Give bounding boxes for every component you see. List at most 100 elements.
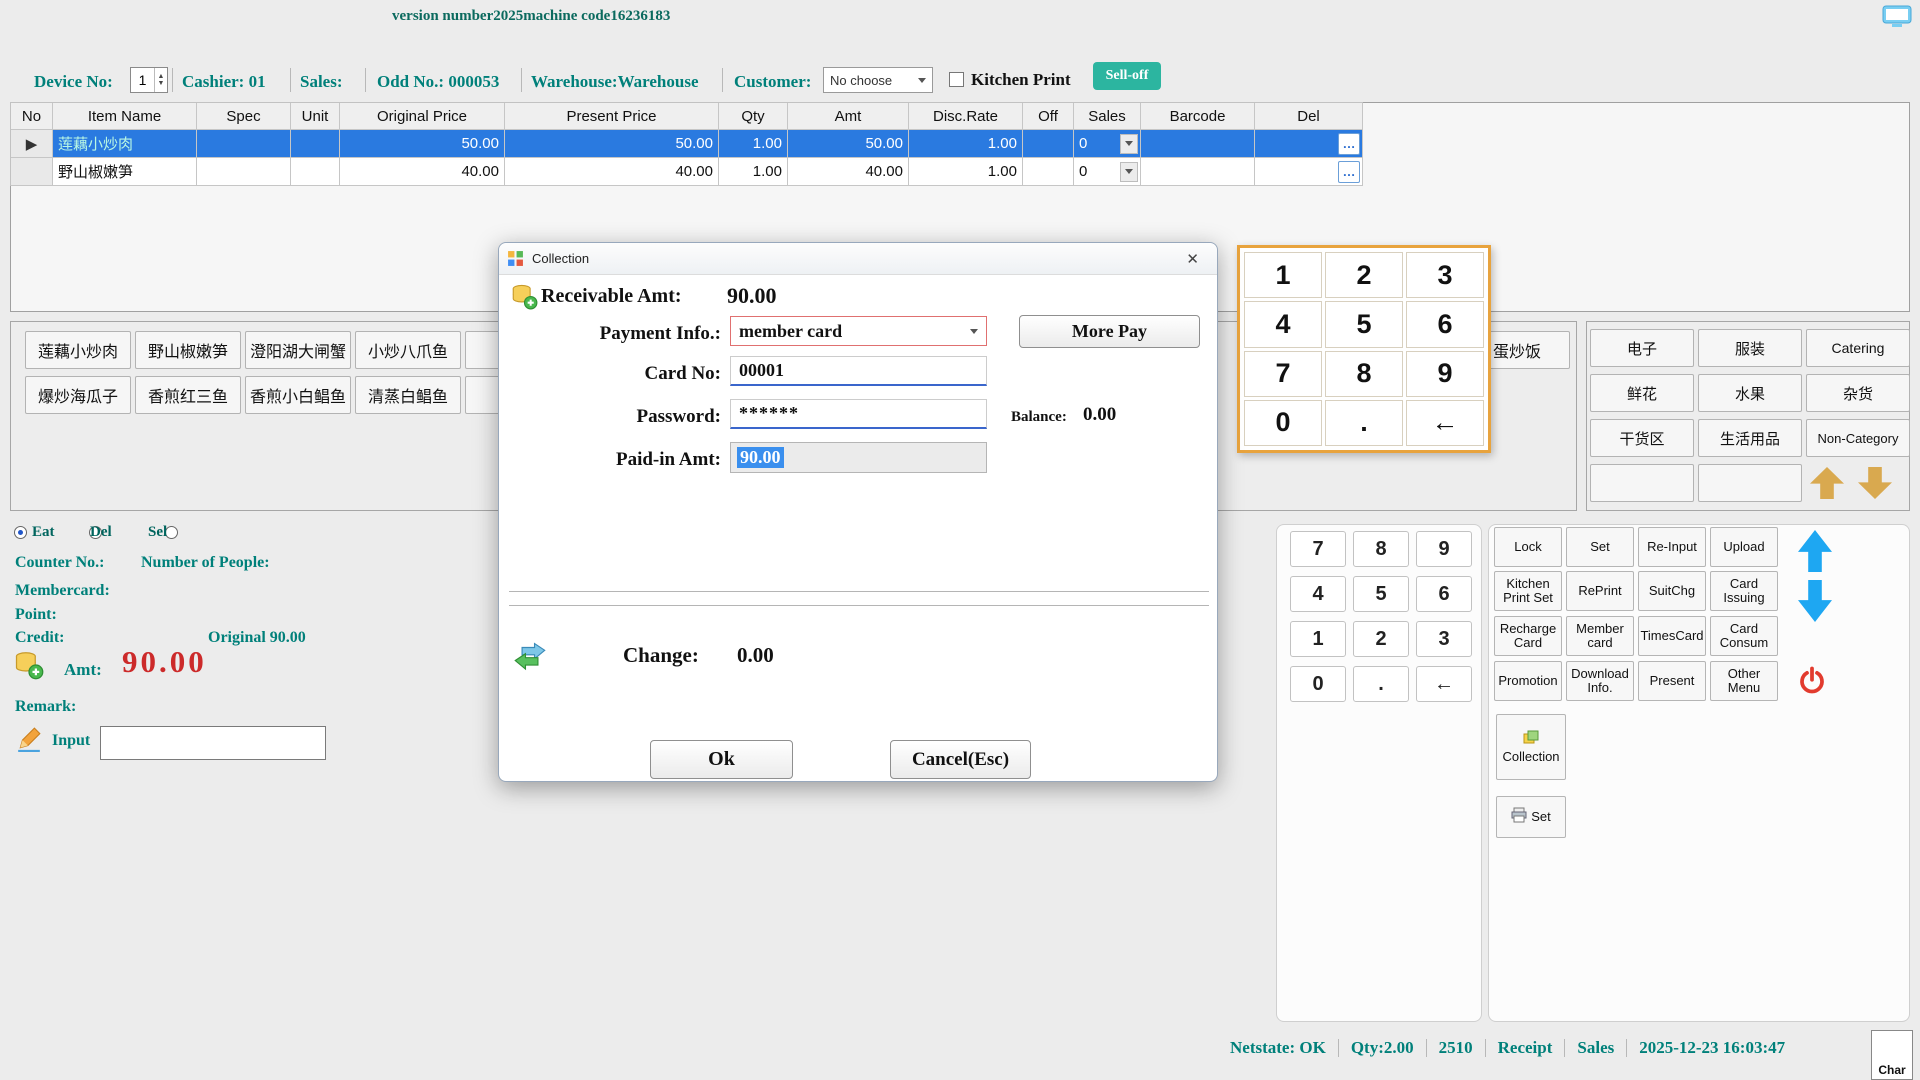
power-icon[interactable]: [1797, 666, 1827, 701]
menu-item-button[interactable]: 香煎小白鲳鱼: [245, 376, 351, 414]
keypad-key[interactable]: 1: [1290, 621, 1346, 657]
spinner-arrows-icon[interactable]: ▲▼: [154, 68, 167, 92]
function-button-timescard[interactable]: TimesCard: [1638, 616, 1706, 656]
device-no-spinner[interactable]: 1 ▲▼: [130, 67, 168, 93]
category-button[interactable]: 生活用品: [1698, 419, 1802, 457]
sales-dropdown-icon[interactable]: [1120, 162, 1138, 182]
row-selector-marker[interactable]: ▶: [11, 130, 53, 158]
category-button[interactable]: Non-Category: [1806, 419, 1910, 457]
category-button[interactable]: 水果: [1698, 374, 1802, 412]
close-icon[interactable]: ✕: [1176, 250, 1209, 268]
keypad-key[interactable]: 4: [1244, 301, 1322, 347]
keypad-key-dot[interactable]: .: [1353, 666, 1409, 702]
category-button[interactable]: 干货区: [1590, 419, 1694, 457]
cell-sales[interactable]: 0: [1074, 158, 1141, 186]
del-more-button[interactable]: …: [1338, 133, 1360, 155]
divider: [722, 68, 723, 92]
function-button-promotion[interactable]: Promotion: [1494, 661, 1562, 701]
category-button[interactable]: 服装: [1698, 329, 1802, 367]
computer-icon[interactable]: [1882, 5, 1912, 34]
menu-item-button[interactable]: 莲藕小炒肉: [25, 331, 131, 369]
cell-sales-value: 0: [1079, 135, 1087, 152]
keypad-key[interactable]: 9: [1406, 351, 1484, 397]
category-button[interactable]: 电子: [1590, 329, 1694, 367]
keypad-key[interactable]: 9: [1416, 531, 1472, 567]
menu-item-button[interactable]: 爆炒海瓜子: [25, 376, 131, 414]
keypad-key[interactable]: 0: [1244, 400, 1322, 446]
category-button[interactable]: 鲜花: [1590, 374, 1694, 412]
del-more-button[interactable]: …: [1338, 161, 1360, 183]
radio-eat[interactable]: [14, 526, 27, 539]
function-button-set[interactable]: Set: [1566, 527, 1634, 567]
keypad-key[interactable]: 7: [1244, 351, 1322, 397]
input-field[interactable]: [100, 726, 326, 760]
ime-char-indicator[interactable]: Char: [1871, 1030, 1913, 1080]
function-button-kitchen-print-set[interactable]: Kitchen Print Set: [1494, 571, 1562, 611]
password-input[interactable]: ******: [730, 399, 987, 429]
paid-in-amt-input[interactable]: 90.00: [730, 442, 987, 473]
card-no-input[interactable]: 00001: [730, 356, 987, 386]
datetime-status: 2025-12-23 16:03:47: [1627, 1038, 1797, 1058]
more-pay-button[interactable]: More Pay: [1019, 315, 1200, 348]
function-button-other-menu[interactable]: Other Menu: [1710, 661, 1778, 701]
set-button[interactable]: Set: [1496, 796, 1566, 838]
keypad-key[interactable]: 5: [1353, 576, 1409, 612]
keypad-key[interactable]: 7: [1290, 531, 1346, 567]
kitchen-print-checkbox[interactable]: [949, 72, 964, 87]
ok-button[interactable]: Ok: [650, 740, 793, 779]
function-button-recharge-card[interactable]: Recharge Card: [1494, 616, 1562, 656]
function-button-upload[interactable]: Upload: [1710, 527, 1778, 567]
function-button-card-consum[interactable]: Card Consum: [1710, 616, 1778, 656]
function-button-download-info[interactable]: Download Info.: [1566, 661, 1634, 701]
receivable-amt-label: Receivable Amt:: [541, 285, 682, 308]
keypad-key[interactable]: 3: [1406, 252, 1484, 298]
keypad-key-dot[interactable]: .: [1325, 400, 1403, 446]
sales-dropdown-icon[interactable]: [1120, 134, 1138, 154]
cell-item-name[interactable]: 野山椒嫩笋: [53, 158, 197, 186]
function-button-lock[interactable]: Lock: [1494, 527, 1562, 567]
cell-item-name[interactable]: 莲藕小炒肉: [53, 130, 197, 158]
keypad-key[interactable]: 3: [1416, 621, 1472, 657]
paid-in-amt-label: Paid-in Amt:: [499, 449, 721, 471]
function-button-present[interactable]: Present: [1638, 661, 1706, 701]
menu-item-button[interactable]: 野山椒嫩笋: [135, 331, 241, 369]
menu-item-button[interactable]: 小炒八爪鱼: [355, 331, 461, 369]
function-button-suitchg[interactable]: SuitChg: [1638, 571, 1706, 611]
sell-off-button[interactable]: Sell-off: [1093, 62, 1161, 90]
col-header-disc-rate: Disc.Rate: [909, 103, 1023, 130]
keypad-key[interactable]: 6: [1406, 301, 1484, 347]
menu-item-button[interactable]: 澄阳湖大闸蟹: [245, 331, 351, 369]
keypad-key[interactable]: 1: [1244, 252, 1322, 298]
category-button[interactable]: 杂货: [1806, 374, 1910, 412]
col-header-original-price: Original Price: [340, 103, 505, 130]
row-selector-marker[interactable]: [11, 158, 53, 186]
function-button-reprint[interactable]: RePrint: [1566, 571, 1634, 611]
cancel-button[interactable]: Cancel(Esc): [890, 740, 1031, 779]
keypad-key-backspace[interactable]: ←: [1406, 400, 1484, 446]
keypad-key[interactable]: 4: [1290, 576, 1346, 612]
keypad-key[interactable]: 8: [1353, 531, 1409, 567]
category-button-empty[interactable]: [1698, 464, 1802, 502]
function-button-member-card[interactable]: Member card: [1566, 616, 1634, 656]
keypad-key[interactable]: 0: [1290, 666, 1346, 702]
keypad-key[interactable]: 2: [1353, 621, 1409, 657]
function-button-reinput[interactable]: Re-Input: [1638, 527, 1706, 567]
payment-method-select[interactable]: member card: [730, 316, 987, 346]
cell-sales[interactable]: 0: [1074, 130, 1141, 158]
category-button-empty[interactable]: [1590, 464, 1694, 502]
keypad-key[interactable]: 8: [1325, 351, 1403, 397]
menu-item-button[interactable]: 清蒸白鲳鱼: [355, 376, 461, 414]
dialog-titlebar[interactable]: Collection ✕: [499, 243, 1217, 275]
collection-button[interactable]: Collection: [1496, 714, 1566, 780]
keypad-key[interactable]: 5: [1325, 301, 1403, 347]
keypad-key-backspace[interactable]: ←: [1416, 666, 1472, 702]
function-button-card-issuing[interactable]: Card Issuing: [1710, 571, 1778, 611]
keypad-key[interactable]: 6: [1416, 576, 1472, 612]
cell-disc-rate: 1.00: [909, 130, 1023, 158]
amount-keypad: 1 2 3 4 5 6 7 8 9 0 . ←: [1237, 245, 1491, 453]
change-arrows-icon: [513, 641, 547, 676]
customer-select[interactable]: No choose: [823, 67, 933, 93]
category-button[interactable]: Catering: [1806, 329, 1910, 367]
menu-item-button[interactable]: 香煎红三鱼: [135, 376, 241, 414]
keypad-key[interactable]: 2: [1325, 252, 1403, 298]
